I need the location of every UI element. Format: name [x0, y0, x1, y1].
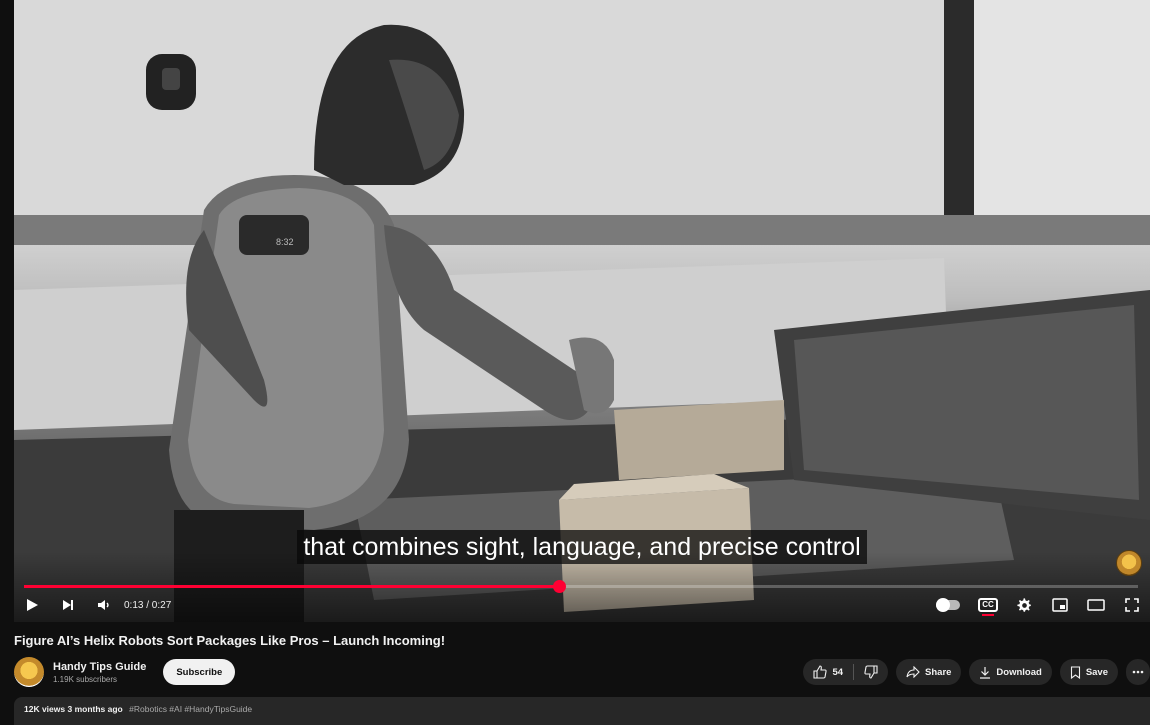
miniplayer-icon	[1052, 598, 1068, 612]
settings-button[interactable]	[1006, 592, 1042, 618]
share-icon	[906, 666, 920, 678]
video-frame[interactable]: 8:32 that combines sight, language, and …	[14, 0, 1150, 622]
channel-row: Handy Tips Guide 1.19K subscribers Subsc…	[14, 656, 1150, 688]
video-still: 8:32	[14, 0, 1150, 622]
description-hashtags[interactable]: #Robotics #AI #HandyTipsGuide	[129, 704, 252, 714]
volume-button[interactable]	[86, 592, 122, 618]
subscriber-count: 1.19K subscribers	[53, 674, 118, 684]
dislike-button[interactable]	[854, 659, 888, 685]
save-button[interactable]: Save	[1059, 659, 1118, 685]
play-button[interactable]	[14, 592, 50, 618]
share-button[interactable]: Share	[896, 659, 962, 685]
time-readout: 0:13 / 0:27	[124, 599, 172, 611]
captions-overlay: that combines sight, language, and preci…	[14, 530, 1150, 564]
autoplay-toggle[interactable]	[936, 598, 960, 612]
channel-watermark[interactable]	[1116, 550, 1142, 576]
save-label: Save	[1085, 666, 1108, 678]
share-label: Share	[925, 666, 952, 678]
subtitles-icon: CC	[978, 598, 998, 616]
fullscreen-button[interactable]	[1114, 592, 1150, 618]
save-icon	[1070, 665, 1080, 679]
more-icon	[1132, 670, 1144, 674]
more-actions-button[interactable]	[1126, 659, 1150, 685]
progress-played	[24, 585, 559, 588]
subscribe-button[interactable]: Subscribe	[163, 659, 236, 685]
subtitles-button[interactable]: CC	[970, 592, 1006, 618]
video-player[interactable]: 8:32 that combines sight, language, and …	[0, 0, 1150, 622]
download-label: Download	[996, 666, 1042, 678]
dislike-icon	[864, 665, 878, 679]
svg-text:8:32: 8:32	[276, 237, 294, 247]
channel-name[interactable]: Handy Tips Guide	[53, 661, 146, 673]
miniplayer-button[interactable]	[1042, 592, 1078, 618]
like-button[interactable]: 54	[803, 659, 853, 685]
like-dislike-group: 54	[803, 659, 889, 685]
upload-age: 3 months ago	[67, 704, 123, 714]
download-icon	[980, 666, 991, 679]
time-display: 0:13 / 0:27	[124, 600, 171, 611]
next-button[interactable]	[50, 592, 86, 618]
channel-avatar[interactable]	[14, 657, 44, 687]
description-meta: 12K views 3 months ago #Robotics #AI #Ha…	[24, 704, 1150, 714]
description-box[interactable]: 12K views 3 months ago #Robotics #AI #Ha…	[14, 697, 1150, 725]
video-actions: 54 Share Download Save	[803, 659, 1150, 685]
play-icon	[27, 599, 38, 611]
theater-mode-button[interactable]	[1078, 592, 1114, 618]
video-title: Figure AI’s Helix Robots Sort Packages L…	[14, 633, 446, 648]
subtitles-active-indicator	[982, 614, 994, 616]
like-icon	[813, 665, 828, 679]
caption-text: that combines sight, language, and preci…	[297, 530, 867, 564]
download-button[interactable]: Download	[969, 659, 1052, 685]
cc-label: CC	[982, 600, 994, 609]
theater-icon	[1087, 599, 1105, 611]
volume-icon	[98, 600, 109, 610]
player-controls: 0:13 / 0:27 CC	[14, 592, 1150, 618]
channel-meta: Handy Tips Guide 1.19K subscribers	[53, 661, 146, 684]
view-count: 12K views	[24, 704, 66, 714]
settings-icon	[1016, 597, 1031, 612]
next-icon	[63, 600, 73, 610]
progress-bar[interactable]	[24, 580, 1138, 593]
like-count: 54	[832, 666, 844, 678]
fullscreen-icon	[1125, 598, 1139, 612]
